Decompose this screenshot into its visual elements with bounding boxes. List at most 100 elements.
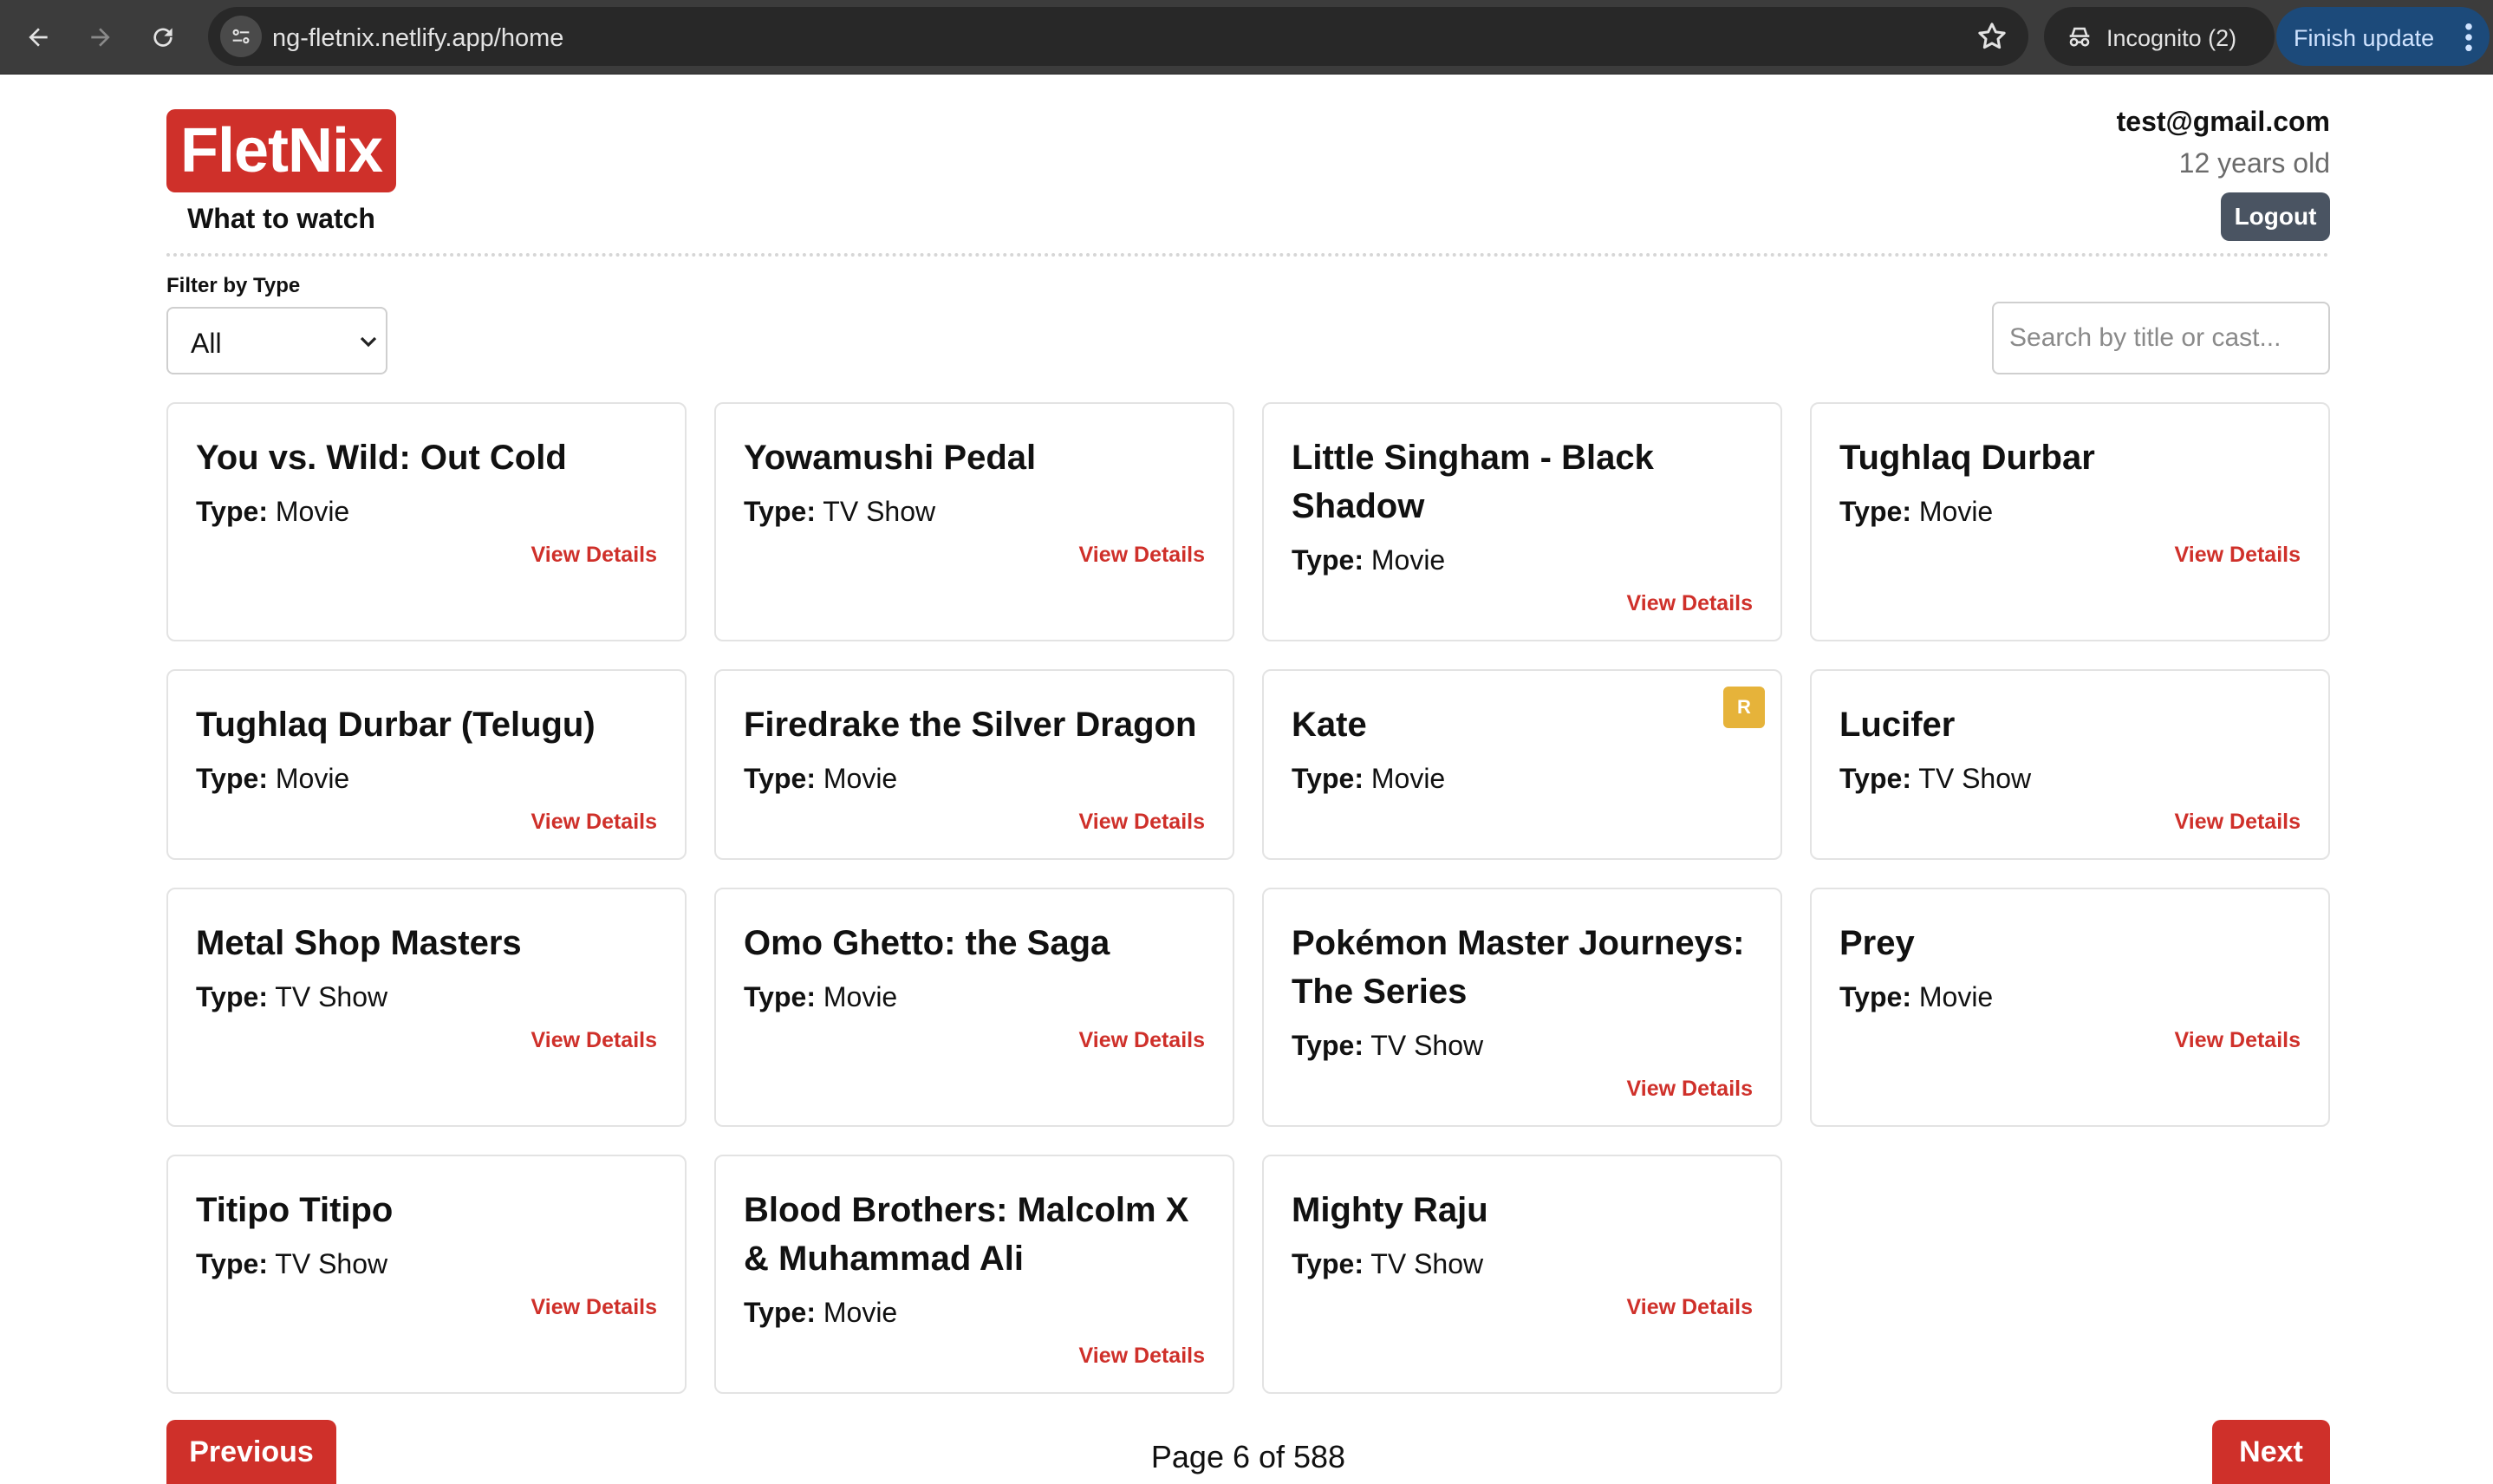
title-card: Kate Type: Movie R (1262, 669, 1782, 860)
card-type-label: Type: (744, 763, 816, 794)
forward-button[interactable] (78, 15, 123, 60)
card-title: Tughlaq Durbar (Telugu) (196, 706, 596, 744)
card-type: Type: Movie (196, 496, 349, 528)
view-details-link[interactable]: View Details (2175, 1028, 2301, 1053)
arrow-left-icon (29, 28, 48, 47)
card-type: Type: Movie (1292, 763, 1445, 795)
card-type-label: Type: (196, 1248, 268, 1279)
view-details-link[interactable]: View Details (1627, 1077, 1753, 1102)
card-type: Type: TV Show (196, 1248, 387, 1280)
view-details-link[interactable]: View Details (531, 810, 657, 835)
logout-button[interactable]: Logout (2221, 192, 2330, 241)
card-type-label: Type: (1292, 1030, 1364, 1061)
card-type-label: Type: (744, 1297, 816, 1328)
card-title: Pokémon Master Journeys: The Series (1292, 924, 1745, 1011)
view-details-link[interactable]: View Details (2175, 810, 2301, 835)
finish-update-label: Finish update (2294, 25, 2435, 51)
card-type-value: Movie (823, 1297, 898, 1328)
card-type: Type: Movie (196, 763, 349, 795)
card-title: Titipo Titipo (196, 1191, 394, 1229)
card-type: Type: TV Show (1292, 1030, 1483, 1062)
card-title: Little Singham - Black Shadow (1292, 439, 1654, 525)
page-indicator: Page 6 of 588 (1150, 1439, 1346, 1474)
title-card: Lucifer Type: TV Show View Details (1810, 669, 2330, 860)
card-title: Blood Brothers: Malcolm X & Muhammad Ali (744, 1191, 1189, 1278)
title-card: Metal Shop Masters Type: TV Show View De… (166, 888, 687, 1127)
logo[interactable]: FletNix (166, 109, 396, 192)
user-age: 12 years old (2178, 147, 2330, 179)
card-title: You vs. Wild: Out Cold (196, 439, 567, 477)
arrow-right-icon (91, 28, 110, 47)
search-input[interactable] (1992, 302, 2330, 374)
card-type-label: Type: (744, 981, 816, 1012)
card-type-value: Movie (275, 496, 350, 527)
tune-icon (232, 29, 250, 44)
header-divider (166, 253, 2330, 257)
card-title: Mighty Raju (1292, 1191, 1488, 1229)
incognito-indicator[interactable]: Incognito (2) (2044, 7, 2275, 66)
card-type: Type: Movie (744, 763, 897, 795)
card-type-label: Type: (196, 981, 268, 1012)
card-title: Omo Ghetto: the Saga (744, 924, 1110, 962)
view-details-link[interactable]: View Details (1079, 1028, 1205, 1053)
card-type: Type: TV Show (196, 981, 387, 1013)
card-type-label: Type: (1839, 496, 1911, 527)
title-card: Yowamushi Pedal Type: TV Show View Detai… (714, 402, 1234, 641)
card-type: Type: Movie (1292, 544, 1445, 576)
url-text: ng-fletnix.netlify.app/home (272, 24, 564, 52)
title-card: Prey Type: Movie View Details (1810, 888, 2330, 1127)
card-title: Yowamushi Pedal (744, 439, 1037, 477)
view-details-link[interactable]: View Details (1079, 543, 1205, 568)
title-card: Firedrake the Silver Dragon Type: Movie … (714, 669, 1234, 860)
rating-badge: R (1723, 687, 1765, 728)
card-type-value: TV Show (1370, 1248, 1484, 1279)
title-card: Omo Ghetto: the Saga Type: Movie View De… (714, 888, 1234, 1127)
view-details-link[interactable]: View Details (2175, 543, 2301, 568)
view-details-link[interactable]: View Details (1627, 1295, 1753, 1320)
incognito-label: Incognito (2) (2106, 25, 2237, 51)
card-type-label: Type: (744, 496, 816, 527)
bookmark-star-icon[interactable] (1975, 19, 2009, 54)
back-button[interactable] (16, 15, 61, 60)
view-details-link[interactable]: View Details (531, 1028, 657, 1053)
page-content: FletNix What to watch test@gmail.com 12 … (166, 75, 2330, 1484)
card-type-label: Type: (196, 763, 268, 794)
card-type-label: Type: (1292, 1248, 1364, 1279)
title-card: Blood Brothers: Malcolm X & Muhammad Ali… (714, 1155, 1234, 1394)
incognito-icon (2069, 27, 2090, 47)
reload-icon (153, 28, 172, 47)
card-type-value: TV Show (275, 1248, 388, 1279)
card-type-value: TV Show (1370, 1030, 1484, 1061)
card-type-value: Movie (1918, 981, 1994, 1012)
card-type: Type: TV Show (744, 496, 935, 528)
card-type: Type: TV Show (1839, 763, 2031, 795)
card-type-label: Type: (1292, 544, 1364, 576)
card-type: Type: Movie (744, 981, 897, 1013)
user-email: test@gmail.com (2116, 106, 2330, 137)
title-card: You vs. Wild: Out Cold Type: Movie View … (166, 402, 687, 641)
card-title: Metal Shop Masters (196, 924, 522, 962)
more-vert-icon[interactable] (2464, 23, 2474, 52)
card-title: Tughlaq Durbar (1839, 439, 2095, 477)
view-details-link[interactable]: View Details (1079, 810, 1205, 835)
view-details-link[interactable]: View Details (531, 1295, 657, 1320)
card-type-value: TV Show (823, 496, 936, 527)
view-details-link[interactable]: View Details (1627, 591, 1753, 616)
card-type-value: Movie (1918, 496, 1994, 527)
card-type: Type: Movie (744, 1297, 897, 1329)
title-card: Titipo Titipo Type: TV Show View Details (166, 1155, 687, 1394)
site-info-button[interactable] (220, 16, 262, 57)
card-title: Lucifer (1839, 706, 1956, 744)
view-details-link[interactable]: View Details (1079, 1344, 1205, 1369)
filter-type-select[interactable]: All (166, 307, 387, 374)
next-page-button[interactable]: Next (2212, 1420, 2330, 1484)
finish-update-button[interactable]: Finish update (2276, 7, 2490, 66)
card-title: Kate (1292, 706, 1367, 744)
view-details-link[interactable]: View Details (531, 543, 657, 568)
card-title: Prey (1839, 924, 1915, 962)
title-card: Mighty Raju Type: TV Show View Details (1262, 1155, 1782, 1394)
card-type-value: Movie (1370, 544, 1446, 576)
reload-button[interactable] (140, 15, 186, 60)
card-type-label: Type: (196, 496, 268, 527)
address-bar[interactable]: ng-fletnix.netlify.app/home (208, 7, 2028, 66)
